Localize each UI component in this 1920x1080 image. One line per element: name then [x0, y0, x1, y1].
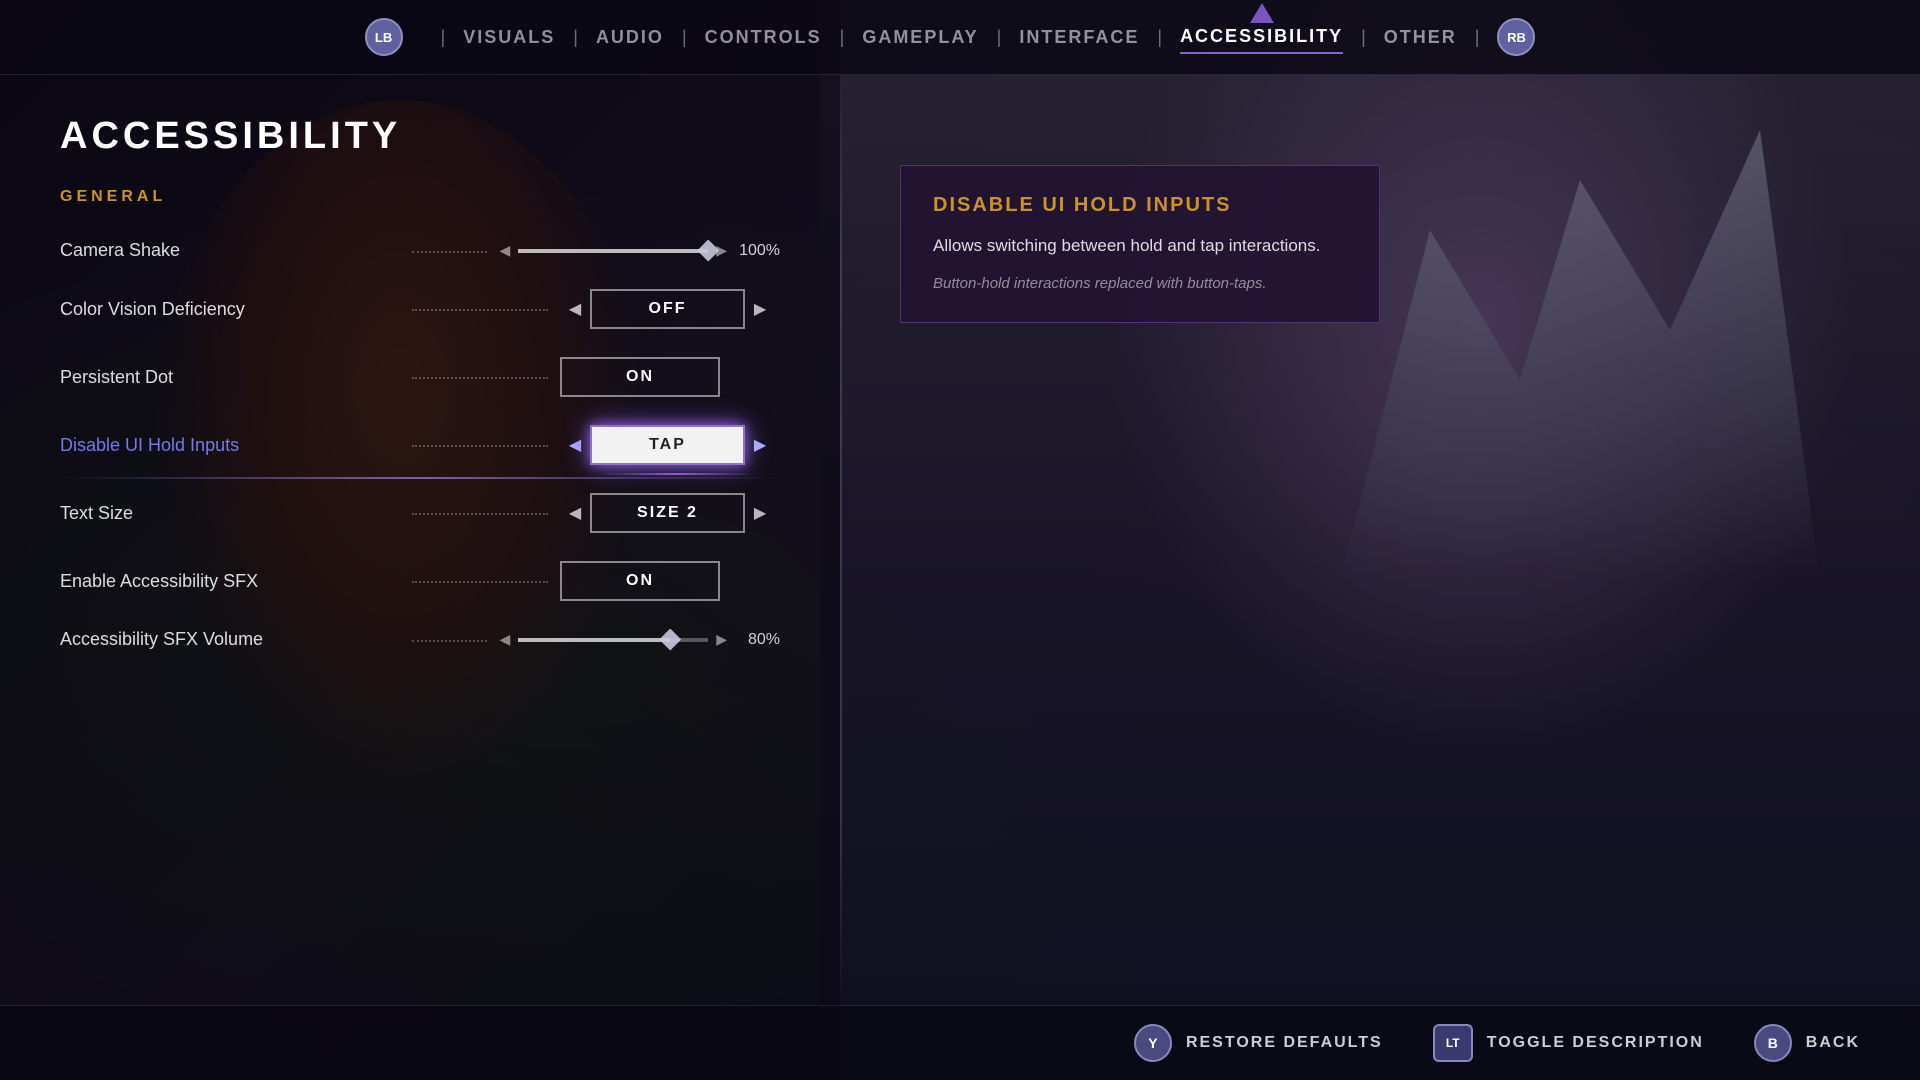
rb-button[interactable]: RB [1497, 18, 1535, 56]
back-label: BACK [1806, 1034, 1860, 1052]
setting-color-vision[interactable]: Color Vision Deficiency ◀ OFF ▶ [60, 275, 780, 343]
back-action[interactable]: B BACK [1754, 1024, 1860, 1062]
setting-text-size[interactable]: Text Size ◀ SIZE 2 ▶ [60, 479, 780, 547]
nav-sep-1: | [441, 27, 446, 48]
nav-sep-8: | [1475, 27, 1480, 48]
toggle-accessibility-sfx[interactable]: ON [560, 561, 780, 601]
nav-sep-2: | [573, 27, 578, 48]
nav-sep-5: | [997, 27, 1002, 48]
toggle-right-text-size[interactable]: ▶ [745, 493, 775, 533]
restore-label: RESTORE DEFAULTS [1186, 1034, 1383, 1052]
label-persistent-dot: Persistent Dot [60, 367, 400, 388]
right-panel: DISABLE UI HOLD INPUTS Allows switching … [840, 75, 1920, 1005]
toggle-desc-label: TOGGLE DESCRIPTION [1487, 1034, 1704, 1052]
nav-item-controls[interactable]: CONTROLS [705, 22, 822, 53]
nav-item-gameplay[interactable]: GAMEPLAY [862, 22, 978, 53]
slider-sfx-volume[interactable]: ◀ ▶ 80% [499, 631, 780, 649]
slider-value-sfx-volume: 80% [735, 631, 780, 649]
slider-value-camera-shake: 100% [735, 242, 780, 260]
sfx-slider-track [518, 638, 708, 642]
main-content: ACCESSIBILITY GENERAL Camera Shake ◀ ▶ 1… [0, 75, 1920, 1005]
label-accessibility-sfx: Enable Accessibility SFX [60, 571, 400, 592]
toggle-description-action[interactable]: LT TOGGLE DESCRIPTION [1433, 1024, 1704, 1062]
toggle-left-color-vision[interactable]: ◀ [560, 289, 590, 329]
nav-item-other[interactable]: OTHER [1384, 22, 1457, 53]
toggle-value-persistent-dot: ON [560, 357, 720, 397]
toggle-persistent-dot[interactable]: ON [560, 357, 780, 397]
tap-underline [600, 473, 755, 475]
setting-accessibility-sfx[interactable]: Enable Accessibility SFX ON [60, 547, 780, 615]
page-title: ACCESSIBILITY [60, 115, 780, 158]
nav-items: LB | VISUALS | AUDIO | CONTROLS | GAMEPL… [365, 18, 1556, 56]
toggle-color-vision[interactable]: ◀ OFF ▶ [560, 289, 780, 329]
setting-persistent-dot[interactable]: Persistent Dot ON [60, 343, 780, 411]
desc-body: Allows switching between hold and tap in… [933, 233, 1347, 259]
label-text-size: Text Size [60, 503, 400, 524]
top-nav: LB | VISUALS | AUDIO | CONTROLS | GAMEPL… [0, 0, 1920, 75]
nav-item-audio[interactable]: AUDIO [596, 22, 664, 53]
nav-sep-4: | [840, 27, 845, 48]
selection-underline [60, 477, 780, 479]
toggle-value-text-size: SIZE 2 [590, 493, 745, 533]
nav-sep-6: | [1157, 27, 1162, 48]
bottom-bar: Y RESTORE DEFAULTS LT TOGGLE DESCRIPTION… [0, 1005, 1920, 1080]
section-label: GENERAL [60, 188, 780, 206]
back-button-icon[interactable]: B [1754, 1024, 1792, 1062]
sfx-slider-right-arrow[interactable]: ▶ [716, 631, 727, 648]
dots-accessibility-sfx [412, 581, 548, 583]
toggle-right-disable-ui-hold[interactable]: ▶ [745, 425, 775, 465]
toggle-value-accessibility-sfx: ON [560, 561, 720, 601]
setting-sfx-volume[interactable]: Accessibility SFX Volume ◀ ▶ 80% [60, 615, 780, 664]
label-sfx-volume: Accessibility SFX Volume [60, 629, 400, 650]
nav-sep-7: | [1361, 27, 1366, 48]
sfx-slider-left-arrow[interactable]: ◀ [499, 631, 510, 648]
nav-item-visuals[interactable]: VISUALS [463, 22, 555, 53]
dots-persistent-dot [412, 377, 548, 379]
toggle-text-size[interactable]: ◀ SIZE 2 ▶ [560, 493, 780, 533]
sfx-slider-thumb [659, 629, 681, 651]
dots-disable-ui-hold [412, 445, 548, 447]
label-color-vision: Color Vision Deficiency [60, 299, 400, 320]
setting-camera-shake[interactable]: Camera Shake ◀ ▶ 100% [60, 226, 780, 275]
restore-defaults-action[interactable]: Y RESTORE DEFAULTS [1134, 1024, 1383, 1062]
toggle-value-disable-ui-hold: TAP [590, 425, 745, 465]
toggle-left-disable-ui-hold[interactable]: ◀ [560, 425, 590, 465]
slider-track [518, 249, 708, 253]
restore-button-icon[interactable]: Y [1134, 1024, 1172, 1062]
panel-divider [840, 75, 842, 1005]
toggle-disable-ui-hold[interactable]: ◀ TAP ▶ [560, 425, 780, 465]
label-camera-shake: Camera Shake [60, 240, 400, 261]
sfx-slider-fill [518, 638, 670, 642]
toggle-desc-button-icon[interactable]: LT [1433, 1024, 1473, 1062]
settings-list: Camera Shake ◀ ▶ 100% Color Vision Defic… [60, 226, 780, 664]
desc-note: Button-hold interactions replaced with b… [933, 273, 1347, 294]
nav-item-interface[interactable]: INTERFACE [1019, 22, 1139, 53]
slider-camera-shake[interactable]: ◀ ▶ 100% [499, 242, 780, 260]
dots-text-size [412, 513, 548, 515]
dots-color-vision [412, 309, 548, 311]
toggle-value-color-vision: OFF [590, 289, 745, 329]
desc-title: DISABLE UI HOLD INPUTS [933, 194, 1347, 217]
dots-sfx-volume [412, 640, 487, 642]
nav-sep-3: | [682, 27, 687, 48]
description-box: DISABLE UI HOLD INPUTS Allows switching … [900, 165, 1380, 323]
label-disable-ui-hold: Disable UI Hold Inputs [60, 435, 400, 456]
accessibility-nav-wrapper: ACCESSIBILITY [1180, 21, 1343, 54]
dots-camera-shake [412, 251, 487, 253]
lb-button[interactable]: LB [365, 18, 403, 56]
nav-item-accessibility[interactable]: ACCESSIBILITY [1180, 21, 1343, 54]
left-panel: ACCESSIBILITY GENERAL Camera Shake ◀ ▶ 1… [0, 75, 840, 1005]
toggle-right-color-vision[interactable]: ▶ [745, 289, 775, 329]
toggle-left-text-size[interactable]: ◀ [560, 493, 590, 533]
slider-left-arrow[interactable]: ◀ [499, 242, 510, 259]
setting-disable-ui-hold[interactable]: Disable UI Hold Inputs ◀ TAP ▶ [60, 411, 780, 479]
slider-fill [518, 249, 708, 253]
